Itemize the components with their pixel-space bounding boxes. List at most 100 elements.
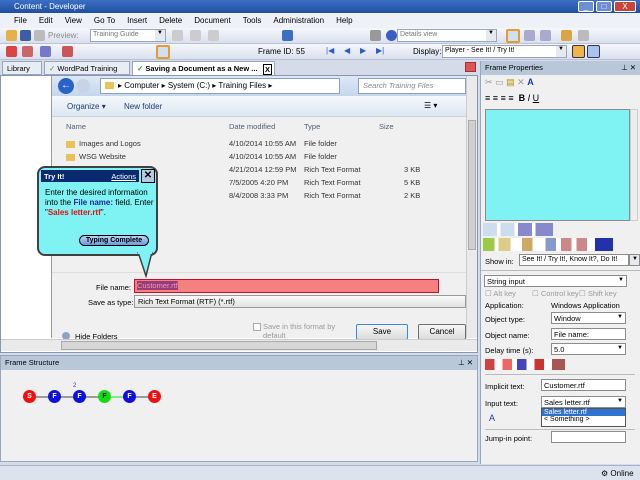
tab-saving-document[interactable]: ✓ Saving a Document as a New ... X <box>132 61 275 75</box>
scroll-thumb[interactable] <box>468 120 476 250</box>
show-in-select[interactable]: See It! / Try It!, Know It?, Do It! <box>519 254 629 266</box>
first-frame-icon[interactable]: |◀ <box>326 46 334 55</box>
cancel-button[interactable]: Cancel <box>418 324 466 340</box>
tab-library[interactable]: Library <box>2 61 42 75</box>
cut-icon[interactable] <box>172 30 183 41</box>
actions-link[interactable]: Actions <box>111 172 136 181</box>
menu-insert[interactable]: Insert <box>127 16 147 25</box>
horizontal-scrollbar[interactable] <box>1 339 477 351</box>
copy-icon[interactable] <box>190 30 201 41</box>
menu-delete[interactable]: Delete <box>159 16 182 25</box>
save-icon[interactable] <box>20 30 31 41</box>
cut-icon[interactable]: ✂ <box>485 77 493 87</box>
implicit-text-input[interactable]: Customer.rtf <box>541 379 626 391</box>
delay-select[interactable]: 5.0 ▼ <box>551 343 626 355</box>
breadcrumb-system[interactable]: System (C:) <box>168 81 210 90</box>
last-frame-icon[interactable]: ▶| <box>376 46 384 55</box>
search-input[interactable]: Search Training Files <box>358 78 466 94</box>
menu-tools[interactable]: Tools <box>243 16 262 25</box>
display-mode2-icon[interactable] <box>587 45 600 58</box>
maximize-button[interactable]: □ <box>596 1 612 12</box>
dropdown-option[interactable]: < Something > <box>542 416 625 423</box>
breadcrumb[interactable]: ▸ Computer ▸ System (C:) ▸ Training File… <box>100 78 340 94</box>
open-icon[interactable] <box>6 30 17 41</box>
frame-tool-icon[interactable] <box>156 45 170 59</box>
justify-icon[interactable]: ≡ <box>508 93 513 103</box>
column-date[interactable]: Date modified <box>229 122 275 131</box>
copy-icon[interactable]: ▭ <box>495 77 504 87</box>
action-tools-icons[interactable] <box>485 359 565 370</box>
column-size[interactable]: Size <box>379 122 394 131</box>
record-icon[interactable] <box>6 46 17 57</box>
bubble-tools-icons[interactable] <box>483 223 553 236</box>
help-icon[interactable] <box>386 30 397 41</box>
frame-node[interactable]: F <box>48 390 61 403</box>
forward-icon[interactable] <box>76 79 90 93</box>
vertical-scrollbar[interactable] <box>466 76 477 338</box>
close-document-icon[interactable] <box>465 62 476 72</box>
save-type-select[interactable]: Rich Text Format (RTF) (*.rtf) <box>134 295 466 308</box>
bubble-text-editor[interactable] <box>485 109 630 221</box>
jump-in-input[interactable] <box>551 431 626 443</box>
undo-icon[interactable] <box>282 30 293 41</box>
input-text-select[interactable]: Sales letter.rtf ▼ <box>541 396 626 408</box>
menu-file[interactable]: File <box>14 16 27 25</box>
save-button[interactable]: Save <box>356 324 408 340</box>
minimize-button[interactable]: _ <box>578 1 594 12</box>
add-frame-icon[interactable] <box>40 46 51 57</box>
pin-close-icons[interactable]: ⊥ ✕ <box>458 358 473 367</box>
delete-icon[interactable]: ✕ <box>517 77 525 87</box>
organize-button[interactable]: Organize ▾ <box>67 102 106 111</box>
layout2-icon[interactable] <box>524 30 535 41</box>
italic-icon[interactable]: I <box>528 93 531 103</box>
paste-icon[interactable]: ▤ <box>506 77 515 87</box>
back-icon[interactable]: ← <box>58 78 74 94</box>
frame-node[interactable]: E <box>148 390 161 403</box>
menu-help[interactable]: Help <box>336 16 352 25</box>
menu-view[interactable]: View <box>65 16 82 25</box>
refresh-icon[interactable] <box>578 30 589 41</box>
delete-frame-icon[interactable] <box>62 46 73 57</box>
menu-document[interactable]: Document <box>194 16 230 25</box>
frame-node[interactable]: S <box>23 390 36 403</box>
action-type-select[interactable]: String input ▼ <box>484 275 627 287</box>
control-key-checkbox[interactable]: ☐ Control key <box>532 289 579 298</box>
prev-frame-icon[interactable]: ◀ <box>344 46 350 55</box>
display-mode1-icon[interactable] <box>572 45 585 58</box>
menu-edit[interactable]: Edit <box>39 16 53 25</box>
editor-scrollbar[interactable] <box>630 109 638 221</box>
underline-icon[interactable]: U <box>533 93 540 103</box>
align-center-icon[interactable]: ≡ <box>493 93 498 103</box>
print-icon[interactable] <box>34 30 45 41</box>
view-select[interactable]: Details view ▼ <box>397 29 497 42</box>
new-folder-button[interactable]: New folder <box>124 102 162 111</box>
publish-icon[interactable] <box>561 30 572 41</box>
frame-node[interactable]: F <box>123 390 136 403</box>
bold-icon[interactable]: B <box>519 93 526 103</box>
breadcrumb-computer[interactable]: Computer <box>124 81 159 90</box>
paste-icon[interactable] <box>208 30 219 41</box>
typing-complete-button[interactable]: Typing Complete <box>79 235 149 246</box>
frame-node[interactable]: F <box>73 390 86 403</box>
layout-icon[interactable] <box>506 29 520 43</box>
find-icon[interactable] <box>370 30 381 41</box>
frame-tools-icons[interactable] <box>483 238 613 251</box>
show-in-dropdown-icon[interactable]: ▼ <box>629 254 640 266</box>
breadcrumb-training-files[interactable]: Training Files <box>218 81 266 90</box>
object-name-input[interactable]: File name: <box>551 328 626 340</box>
save-default-checkbox[interactable] <box>253 323 261 331</box>
column-type[interactable]: Type <box>304 122 320 131</box>
text-format-icons[interactable]: A <box>489 413 495 423</box>
font-icon[interactable]: A <box>527 77 534 87</box>
target-icon[interactable] <box>22 46 33 57</box>
dropdown-option[interactable]: Sales letter.rtf <box>542 409 625 416</box>
file-name-input[interactable]: Customer.rtf <box>134 279 439 293</box>
shift-key-checkbox[interactable]: ☐ Shift key <box>579 289 617 298</box>
close-callout-icon[interactable]: ✕ <box>141 169 155 183</box>
close-button[interactable]: X <box>614 1 636 12</box>
display-select[interactable]: Player - See It! / Try It! ▼ <box>442 45 567 58</box>
preview-select[interactable]: Training Guide ▼ <box>90 29 166 42</box>
scroll-thumb[interactable] <box>61 341 377 350</box>
layout3-icon[interactable] <box>540 30 551 41</box>
frame-node[interactable]: F <box>98 390 111 403</box>
